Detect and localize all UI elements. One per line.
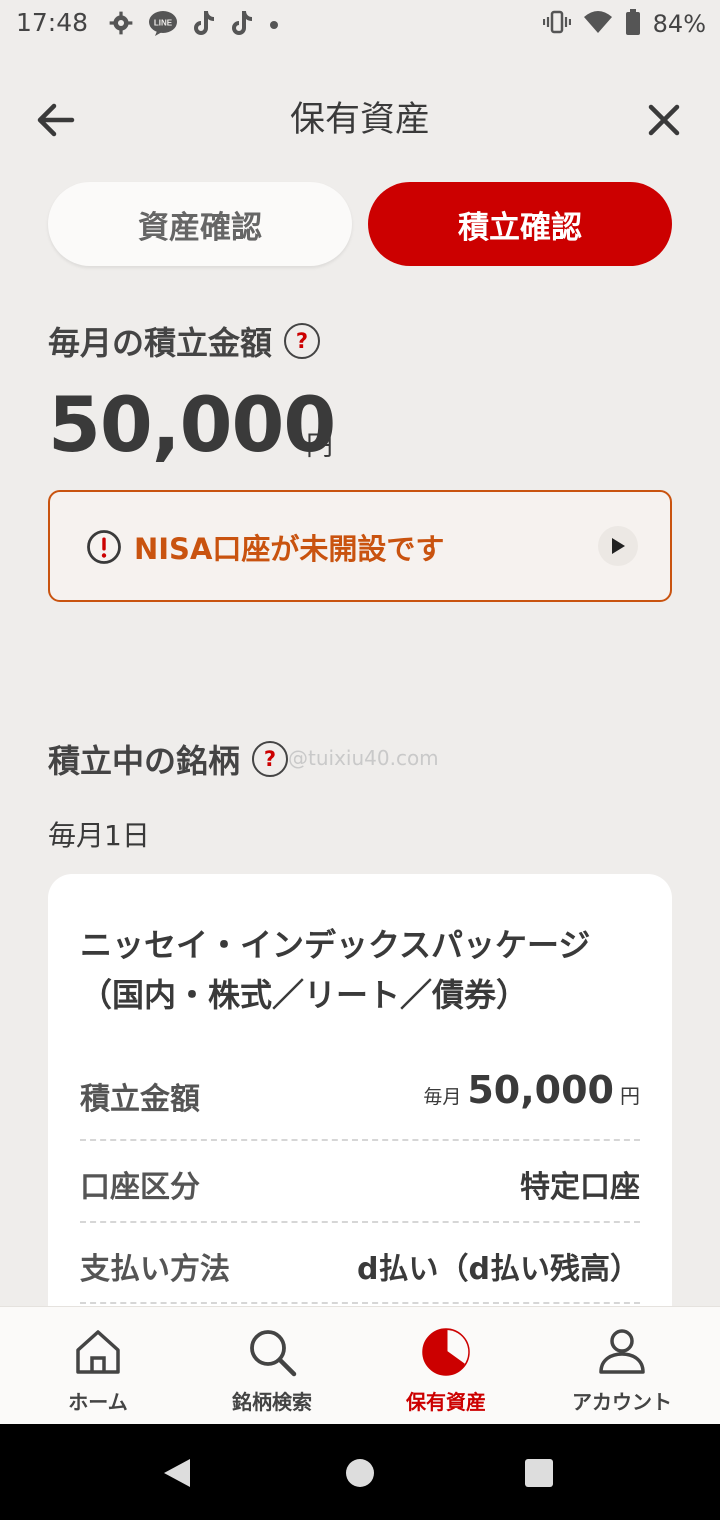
help-icon[interactable]: ?: [252, 741, 289, 777]
close-icon: [647, 103, 681, 141]
nav-search[interactable]: 銘柄検索: [182, 1306, 362, 1424]
tiktok-icon: [192, 9, 216, 41]
row-value-account: 特定口座: [520, 1170, 640, 1205]
holdings-header: 積立中の銘柄 ?: [48, 736, 289, 782]
nav-home[interactable]: ホーム: [8, 1306, 188, 1424]
monthly-amount-label: 毎月の積立金額: [48, 324, 273, 362]
divider: [80, 1139, 640, 1141]
row-label-payment: 支払い方法: [80, 1252, 230, 1287]
notification-icons: LINE: [108, 9, 280, 41]
nav-home-label: ホーム: [68, 1390, 128, 1414]
recents-square-icon[interactable]: [524, 1458, 554, 1492]
fund-name: ニッセイ・インデックスパッケージ（国内・株式／リート／債券）: [80, 926, 591, 1014]
status-bar: 17:48 LINE 84%: [0, 0, 720, 52]
help-icon[interactable]: ?: [284, 323, 321, 359]
tab-asset-confirm[interactable]: 資産確認: [48, 182, 352, 266]
system-icons: 84%: [542, 8, 706, 40]
tiktok-icon: [230, 9, 254, 41]
row-amount: 50,000: [467, 1068, 614, 1112]
battery-icon: [625, 8, 641, 40]
nav-holdings-label: 保有資産: [406, 1390, 486, 1414]
page-title: 保有資産: [289, 100, 430, 140]
line-icon: LINE: [148, 10, 178, 40]
close-button[interactable]: [636, 94, 692, 150]
person-icon: [596, 1324, 648, 1380]
wifi-icon: [583, 9, 613, 39]
monthly-amount-header: 毎月の積立金額 ?: [48, 318, 321, 364]
home-icon: [72, 1324, 124, 1380]
divider: [80, 1221, 640, 1223]
row-value-payment: d払い（d払い残高）: [357, 1252, 640, 1287]
date-label: 毎月1日: [48, 819, 150, 852]
row-value-amount: 毎月 50,000 円: [423, 1068, 640, 1112]
divider: [80, 1302, 640, 1304]
nav-account-label: アカウント: [572, 1390, 672, 1414]
row-label-amount: 積立金額: [80, 1082, 200, 1117]
nisa-notice-text: NISA口座が未開設です: [134, 532, 445, 566]
vibrate-icon: [542, 9, 571, 39]
system-navigation-bar: [0, 1424, 720, 1520]
home-circle-icon[interactable]: [344, 1457, 376, 1493]
status-time: 17:48: [16, 8, 89, 37]
dot-icon: [268, 16, 280, 35]
nav-account[interactable]: アカウント: [532, 1306, 712, 1424]
nav-holdings[interactable]: 保有資産: [356, 1306, 536, 1424]
search-icon: [246, 1324, 298, 1380]
svg-text:LINE: LINE: [154, 19, 173, 28]
play-arrow-icon[interactable]: [598, 526, 638, 566]
nav-search-label: 銘柄検索: [232, 1390, 312, 1414]
monthly-amount-value: 50,000: [48, 380, 336, 469]
back-triangle-icon[interactable]: [160, 1456, 194, 1494]
holdings-label: 積立中の銘柄: [48, 742, 241, 780]
pie-chart-icon: [420, 1324, 472, 1380]
watermark: @tuixiu40.com: [288, 746, 439, 770]
monthly-amount-unit: 円: [306, 431, 333, 462]
row-prefix: 毎月: [423, 1086, 462, 1108]
alert-icon: [86, 529, 122, 569]
tab-savings-confirm[interactable]: 積立確認: [368, 182, 672, 266]
row-label-account: 口座区分: [80, 1170, 200, 1205]
gear-icon: [108, 10, 134, 40]
battery-percent: 84%: [652, 10, 706, 38]
row-unit: 円: [620, 1084, 640, 1108]
